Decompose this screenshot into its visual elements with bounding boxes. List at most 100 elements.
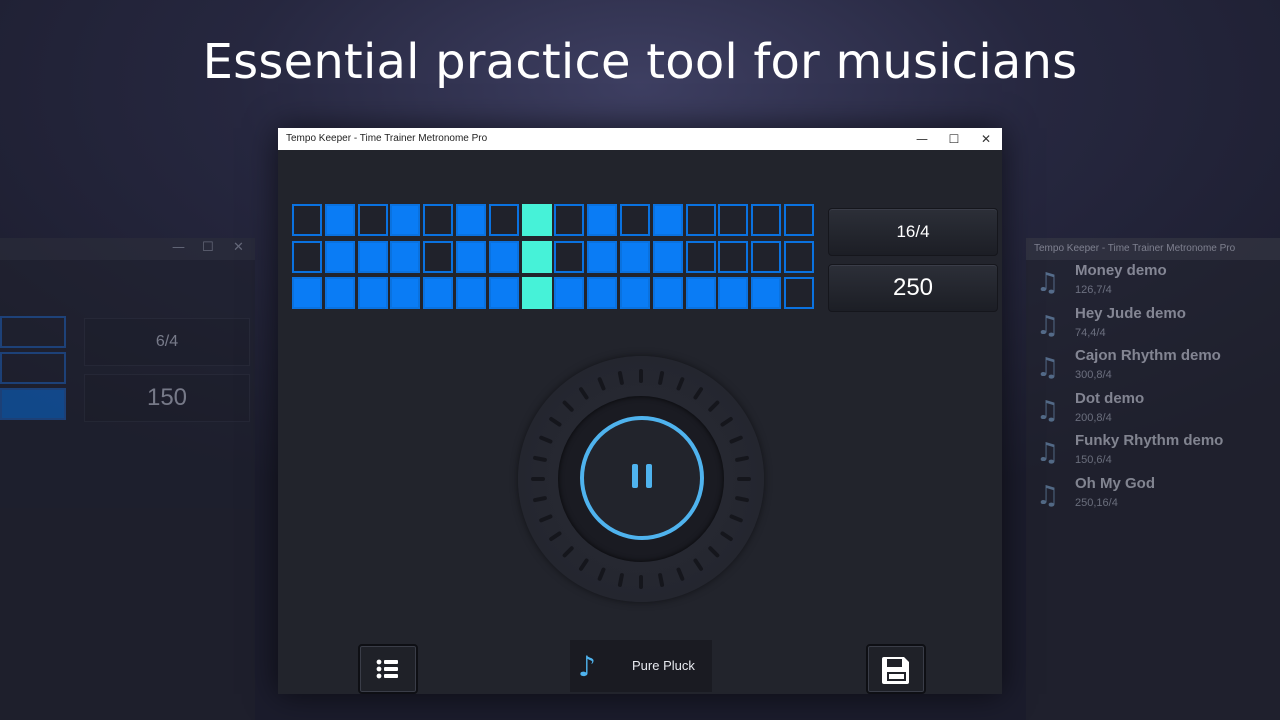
window-title: Tempo Keeper - Time Trainer Metronome Pr… [286,133,488,144]
song-meta: 300,8/4 [1075,369,1112,381]
beat-cell[interactable] [357,204,388,236]
background-window-left: — ☐ ✕ 6/4 150 [0,238,255,720]
save-button[interactable] [866,644,926,694]
song-list-item[interactable]: ♫ Cajon Rhythm demo 300,8/4 [1026,347,1280,389]
beat-cell[interactable] [587,240,618,273]
pattern-cell [0,388,66,420]
music-note-icon: ♫ [1036,438,1060,468]
song-name: Cajon Rhythm demo [1075,347,1221,364]
beat-cell[interactable] [652,277,683,309]
beat-cell[interactable] [324,277,355,309]
beat-cell[interactable] [718,240,749,273]
beat-cell[interactable] [324,240,355,273]
music-note-icon: ♫ [1036,395,1060,426]
dial-tick [549,531,562,542]
dial-tick [617,573,624,587]
beat-cell[interactable] [390,240,421,273]
beat-cell[interactable] [620,204,650,236]
beat-cell[interactable] [357,277,388,309]
beat-cell[interactable] [652,204,683,236]
dial-tick [729,514,743,523]
dial-tick [533,496,547,503]
sound-selector[interactable]: ♪ Pure Pluck [570,640,712,692]
maximize-icon: ☐ [202,240,214,255]
beat-cell[interactable] [718,277,749,309]
beat-cell[interactable] [357,240,388,273]
song-list-item[interactable]: ♫ Funky Rhythm demo 150,6/4 [1026,432,1280,474]
beat-cell[interactable] [751,204,782,236]
dial-tick [658,371,665,385]
beat-cell[interactable] [751,240,782,273]
beat-cell[interactable] [620,277,650,309]
background-window-right: Tempo Keeper - Time Trainer Metronome Pr… [1026,238,1280,720]
beat-cell[interactable] [488,240,519,273]
beat-cell[interactable] [292,277,322,309]
dial-tick [597,377,606,391]
pattern-cell [0,316,66,348]
beat-cell[interactable] [456,204,486,236]
beat-cell[interactable] [423,277,454,309]
song-meta: 250,16/4 [1075,496,1118,509]
list-button[interactable] [358,644,418,694]
time-signature-button[interactable]: 16/4 [828,208,998,256]
beat-cell[interactable] [423,240,454,273]
song-list-item[interactable]: ♫ Oh My God 250,16/4 [1026,475,1280,517]
beat-cell[interactable] [521,240,552,273]
beat-cell[interactable] [390,277,421,309]
dial-tick [693,387,704,400]
main-window: Tempo Keeper - Time Trainer Metronome Pr… [278,128,1002,694]
background-window-title: Tempo Keeper - Time Trainer Metronome Pr… [1026,238,1280,260]
song-list-item[interactable]: ♫ Money demo 126,7/4 [1026,262,1280,304]
beat-cell[interactable] [456,240,486,273]
beat-cell[interactable] [423,204,454,236]
beat-cell[interactable] [620,240,650,273]
beat-cell[interactable] [652,240,683,273]
dial-tick [597,567,606,581]
close-button[interactable]: ✕ [970,128,1002,150]
pause-icon [632,464,654,488]
beat-cell[interactable] [685,240,716,273]
dial-tick [539,435,553,444]
song-list-item[interactable]: ♫ Hey Jude demo 74,4/4 [1026,305,1280,347]
beat-cell[interactable] [521,204,552,236]
dial-tick [562,546,574,558]
music-note-icon: ♫ [1036,310,1060,341]
dial-tick [539,514,553,523]
song-meta: 150,6/4 [1075,454,1112,466]
dial-tick [729,435,743,444]
beat-cell[interactable] [587,277,618,309]
maximize-button[interactable]: ☐ [938,128,970,150]
beat-cell[interactable] [292,204,322,236]
dial-tick [676,567,685,581]
beat-cell[interactable] [587,204,618,236]
dial-tick [708,546,720,558]
beat-cell[interactable] [554,277,585,309]
beat-cell[interactable] [521,277,552,309]
beat-cell[interactable] [324,204,355,236]
beat-cell[interactable] [751,277,782,309]
tempo-button[interactable]: 250 [828,264,998,312]
tempo-display: 150 [84,374,250,422]
song-list-item[interactable]: ♫ Dot demo 200,8/4 [1026,390,1280,432]
dial-tick [676,377,685,391]
beat-cell[interactable] [488,204,519,236]
beat-cell[interactable] [784,240,814,273]
music-note-icon: ♫ [1036,268,1060,298]
beat-cell[interactable] [390,204,421,236]
beat-cell[interactable] [554,204,585,236]
beat-cell[interactable] [784,204,814,236]
beat-cell[interactable] [488,277,519,309]
dial-tick [708,400,720,412]
beat-cell[interactable] [718,204,749,236]
dial-tick [533,455,547,462]
list-icon [376,659,398,679]
beat-cell[interactable] [554,240,585,273]
beat-cell[interactable] [685,277,716,309]
minimize-button[interactable]: — [906,128,938,150]
beat-cell[interactable] [456,277,486,309]
dial-tick [735,455,749,462]
save-icon [882,657,909,684]
beat-cell[interactable] [292,240,322,273]
beat-cell[interactable] [685,204,716,236]
beat-cell[interactable] [784,277,814,309]
